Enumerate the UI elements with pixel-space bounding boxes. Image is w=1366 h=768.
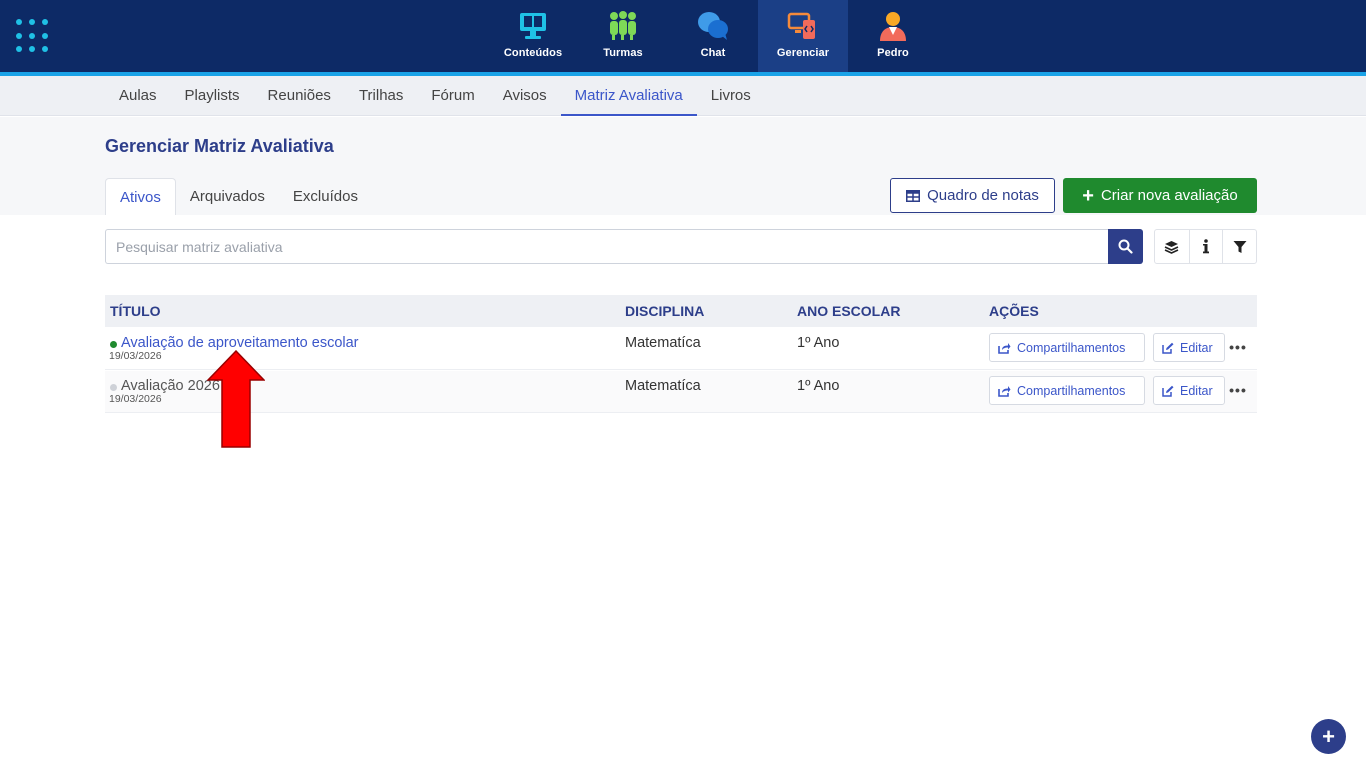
column-header-school-year: ANO ESCOLAR <box>797 303 901 319</box>
tab-arquivados[interactable]: Arquivados <box>176 178 279 215</box>
grades-board-button[interactable]: Quadro de notas <box>890 178 1055 213</box>
topnav-item-gerenciar[interactable]: Gerenciar <box>758 0 848 72</box>
chat-bubbles-icon <box>698 12 728 40</box>
info-icon <box>1202 239 1209 254</box>
more-options-icon[interactable]: ••• <box>1228 380 1248 400</box>
subnav-item-forum[interactable]: Fórum <box>417 76 488 116</box>
apps-grid-icon[interactable] <box>16 19 50 53</box>
subnav-item-livros[interactable]: Livros <box>697 76 765 116</box>
share-icon <box>998 385 1011 397</box>
column-header-actions: AÇÕES <box>989 303 1039 319</box>
topnav-item-pedro[interactable]: Pedro <box>848 0 938 72</box>
evaluation-subject: Matematíca <box>625 335 701 351</box>
layers-button[interactable] <box>1155 230 1189 263</box>
status-dot-inactive <box>110 384 117 391</box>
shares-button[interactable]: Compartilhamentos <box>989 333 1145 362</box>
subnav-item-reunioes[interactable]: Reuniões <box>254 76 345 116</box>
topnav-item-conteudos[interactable]: Conteúdos <box>488 0 578 72</box>
topnav-label: Conteúdos <box>503 47 563 59</box>
edit-icon <box>1162 342 1174 354</box>
sub-nav: Aulas Playlists Reuniões Trilhas Fórum A… <box>0 76 1366 116</box>
plus-icon: + <box>1082 184 1094 207</box>
shares-button[interactable]: Compartilhamentos <box>989 376 1145 405</box>
subnav-item-aulas[interactable]: Aulas <box>105 76 171 116</box>
topnav-item-turmas[interactable]: Turmas <box>578 0 668 72</box>
search-input[interactable] <box>105 229 1109 264</box>
tab-excluidos[interactable]: Excluídos <box>279 178 372 215</box>
user-avatar-icon <box>880 12 906 41</box>
layers-icon <box>1164 240 1179 254</box>
create-evaluation-label: Criar nova avaliação <box>1100 187 1238 204</box>
search-icon <box>1118 239 1133 254</box>
column-header-subject: DISCIPLINA <box>625 303 705 319</box>
table-grid-icon <box>906 189 921 202</box>
topnav-label: Chat <box>700 47 726 59</box>
create-evaluation-button[interactable]: + Criar nova avaliação <box>1063 178 1257 213</box>
evaluation-title-link[interactable]: Avaliação de aproveitamento escolar <box>121 335 359 351</box>
red-arrow-annotation-icon <box>207 350 265 448</box>
table-header: TÍTULO DISCIPLINA ANO ESCOLAR AÇÕES <box>105 295 1257 327</box>
topnav-label: Gerenciar <box>776 47 830 59</box>
edit-label: Editar <box>1180 383 1213 398</box>
page-title: Gerenciar Matriz Avaliativa <box>105 136 334 156</box>
manage-devices-icon <box>787 12 815 39</box>
filter-button[interactable] <box>1222 230 1256 263</box>
topnav-label: Turmas <box>603 47 643 59</box>
table-row: Avaliação de aproveitamento escolar 19/0… <box>105 328 1257 370</box>
edit-button[interactable]: Editar <box>1153 376 1225 405</box>
edit-button[interactable]: Editar <box>1153 333 1225 362</box>
subnav-item-playlists[interactable]: Playlists <box>171 76 254 116</box>
edit-icon <box>1162 385 1174 397</box>
subnav-item-trilhas[interactable]: Trilhas <box>345 76 417 116</box>
shares-label: Compartilhamentos <box>1017 383 1126 398</box>
subnav-item-avisos[interactable]: Avisos <box>489 76 561 116</box>
filter-icon <box>1233 240 1247 253</box>
evaluation-school-year: 1º Ano <box>797 378 840 394</box>
evaluation-date: 19/03/2026 <box>109 350 162 362</box>
top-nav: Conteúdos Turmas Chat Gerenciar Pedro <box>488 0 938 72</box>
evaluation-title-link[interactable]: Avaliação 2026 <box>121 378 220 394</box>
view-tools <box>1154 229 1257 264</box>
content-monitor-icon <box>520 13 546 39</box>
tab-ativos[interactable]: Ativos <box>105 178 176 215</box>
status-dot-active <box>110 341 117 348</box>
info-button[interactable] <box>1188 230 1223 263</box>
evaluation-date: 19/03/2026 <box>109 393 162 405</box>
subnav-item-matriz-avaliativa[interactable]: Matriz Avaliativa <box>560 76 697 116</box>
grades-board-label: Quadro de notas <box>927 187 1039 204</box>
evaluation-subject: Matematíca <box>625 378 701 394</box>
shares-label: Compartilhamentos <box>1017 340 1126 355</box>
status-tabs: Ativos Arquivados Excluídos <box>105 178 372 215</box>
classes-people-icon <box>610 11 636 40</box>
more-options-icon[interactable]: ••• <box>1228 337 1248 357</box>
search-button[interactable] <box>1108 229 1143 264</box>
evaluation-school-year: 1º Ano <box>797 335 840 351</box>
column-header-title: TÍTULO <box>110 303 161 319</box>
topnav-item-chat[interactable]: Chat <box>668 0 758 72</box>
floating-add-button[interactable]: + <box>1311 719 1346 754</box>
topnav-label: Pedro <box>877 47 909 59</box>
share-icon <box>998 342 1011 354</box>
edit-label: Editar <box>1180 340 1213 355</box>
table-row: Avaliação 2026 19/03/2026 Matematíca 1º … <box>105 371 1257 413</box>
